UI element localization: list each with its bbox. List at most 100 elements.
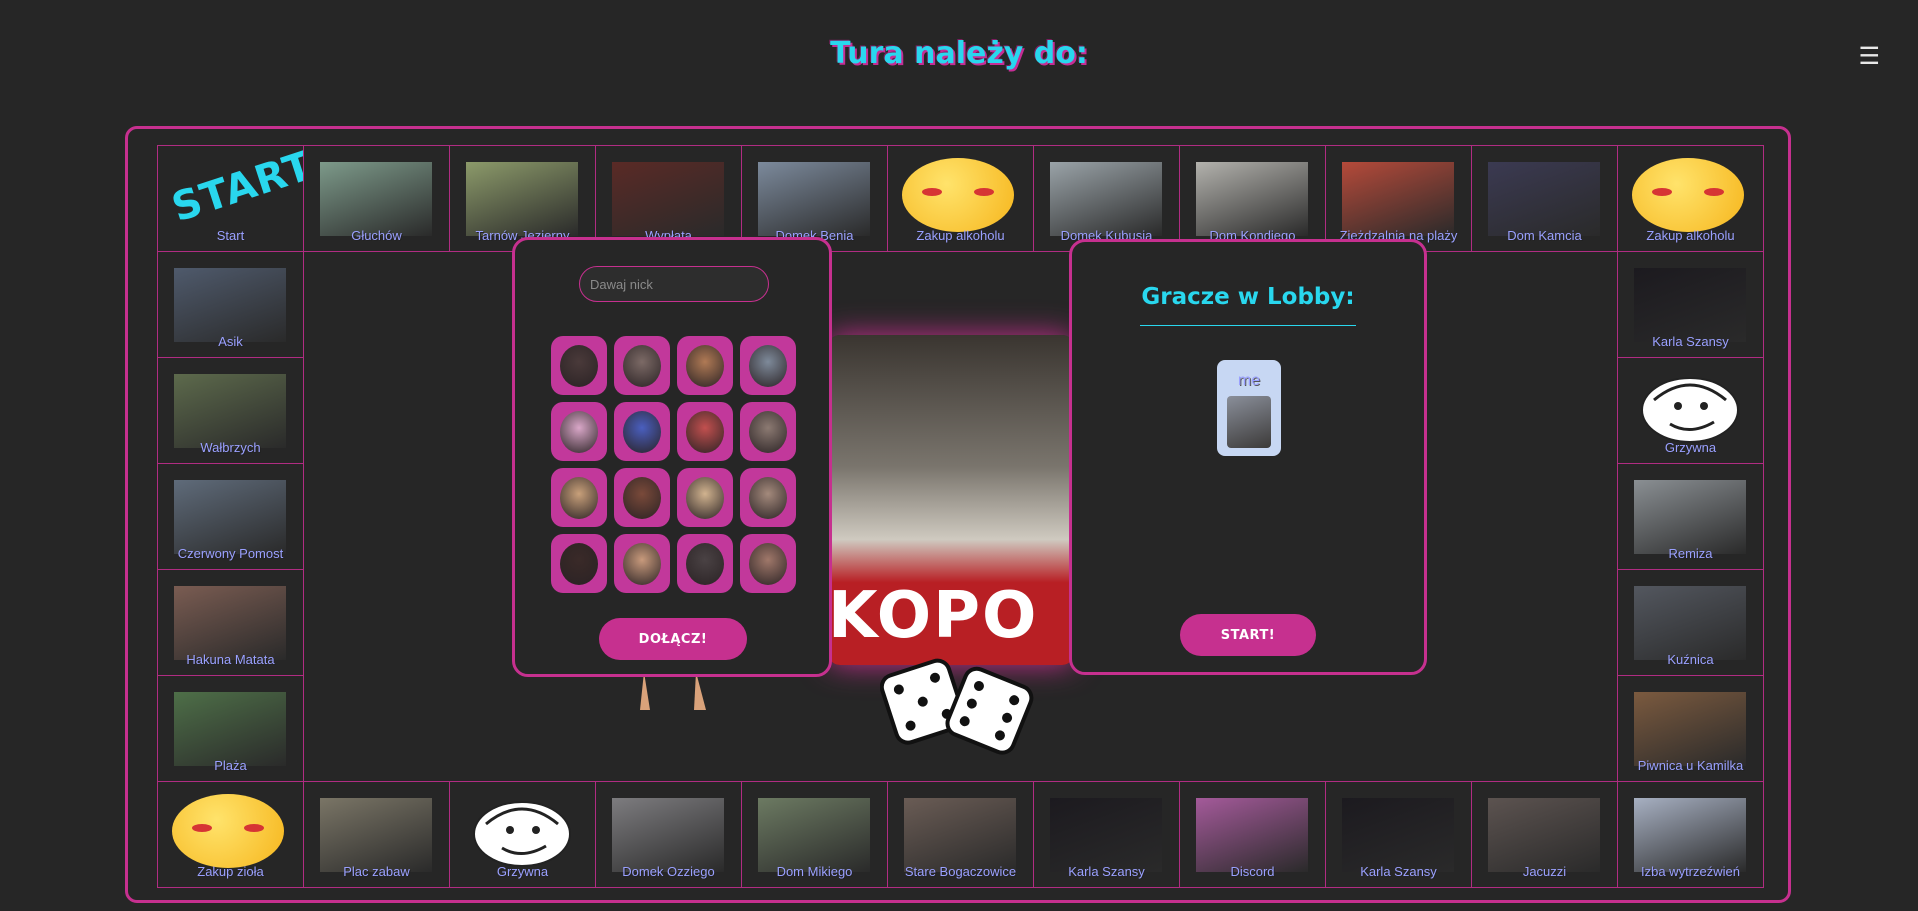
tile-photo xyxy=(320,798,432,872)
board-tile: Tarnów Jezierny xyxy=(449,145,596,252)
tile-label: Jacuzzi xyxy=(1522,864,1567,879)
avatar-face xyxy=(686,410,724,453)
avatar-option[interactable] xyxy=(740,336,796,395)
avatar-option[interactable] xyxy=(551,468,607,527)
nick-input[interactable] xyxy=(579,266,769,302)
tile-label: Karla Szansy xyxy=(1652,334,1729,349)
tile-label: Czerwony Pomost xyxy=(177,546,284,561)
board-tile: Karla Szansy xyxy=(1033,781,1180,888)
tile-photo xyxy=(1196,798,1308,872)
tile-photo xyxy=(174,692,286,766)
avatar-option[interactable] xyxy=(677,534,733,593)
tile-photo xyxy=(1634,480,1746,554)
avatar-face xyxy=(749,410,787,453)
start-game-button[interactable]: START! xyxy=(1180,614,1316,656)
board-tile: Plac zabaw xyxy=(303,781,450,888)
avatar-face xyxy=(749,476,787,519)
center-photo-sign: KOPO xyxy=(828,579,1039,653)
avatar-option[interactable] xyxy=(614,336,670,395)
tile-photo xyxy=(758,798,870,872)
tile-photo xyxy=(466,162,578,236)
menu-icon[interactable]: ☰ xyxy=(1858,42,1880,71)
avatar-option[interactable] xyxy=(740,468,796,527)
avatar-option[interactable] xyxy=(551,336,607,395)
tile-photo xyxy=(174,268,286,342)
tile-photo xyxy=(1634,692,1746,766)
board-tile: Zakup alkoholu xyxy=(887,145,1034,252)
board-tile: Izba wytrzeźwień xyxy=(1617,781,1764,888)
tile-photo xyxy=(1634,268,1746,342)
tile-photo xyxy=(1342,798,1454,872)
board-tile: Domek Benia xyxy=(741,145,888,252)
avatar-face xyxy=(560,344,598,387)
tile-label: Zakup alkoholu xyxy=(916,228,1005,243)
emoji-icon xyxy=(902,158,1014,232)
board-tile: Domek Kubusia xyxy=(1033,145,1180,252)
avatar-option[interactable] xyxy=(740,534,796,593)
avatar-option[interactable] xyxy=(614,468,670,527)
avatar-option[interactable] xyxy=(677,402,733,461)
board-tile: Dom Mikiego xyxy=(741,781,888,888)
tile-photo xyxy=(612,162,724,236)
tile-label: Hakuna Matata xyxy=(186,652,275,667)
tile-photo xyxy=(1634,798,1746,872)
avatar-option[interactable] xyxy=(740,402,796,461)
tile-photo xyxy=(1050,798,1162,872)
board-tile: Grzywna xyxy=(1617,357,1764,464)
avatar-option[interactable] xyxy=(614,534,670,593)
tile-photo xyxy=(174,374,286,448)
board-tile: Czerwony Pomost xyxy=(157,463,304,570)
tile-label: Piwnica u Kamilka xyxy=(1637,758,1744,773)
tile-label: Plac zabaw xyxy=(343,864,410,879)
avatar-face xyxy=(560,476,598,519)
board-tile: Dom Kamcia xyxy=(1471,145,1618,252)
avatar-option[interactable] xyxy=(551,402,607,461)
lobby-title: Gracze w Lobby: xyxy=(1141,284,1355,310)
avatar-option[interactable] xyxy=(551,534,607,593)
player-avatar xyxy=(1227,396,1271,448)
board-tile: Karla Szansy xyxy=(1325,781,1472,888)
join-button[interactable]: DOŁĄCZ! xyxy=(599,618,747,660)
tile-label: Wałbrzych xyxy=(200,440,261,455)
tile-photo xyxy=(904,798,1016,872)
join-panel: DOŁĄCZ! xyxy=(512,237,832,677)
tile-photo xyxy=(1050,162,1162,236)
board-tile: Discord xyxy=(1179,781,1326,888)
tile-label: Kuźnica xyxy=(1667,652,1714,667)
tile-photo xyxy=(1634,586,1746,660)
board-tile: START Start xyxy=(157,145,304,252)
board-tile: Stare Bogaczowice xyxy=(887,781,1034,888)
tile-label: Dom Mikiego xyxy=(776,864,853,879)
tile-label: Zakup alkoholu xyxy=(1646,228,1735,243)
board-tile: Piwnica u Kamilka xyxy=(1617,675,1764,782)
dice-icon[interactable] xyxy=(880,652,1040,762)
avatar-face xyxy=(560,410,598,453)
tile-label: Start xyxy=(216,228,245,243)
avatar-face xyxy=(623,476,661,519)
board-tile: Plaża xyxy=(157,675,304,782)
avatar-face xyxy=(686,344,724,387)
turn-title: Tura należy do: xyxy=(830,36,1088,71)
tile-label: Grzywna xyxy=(1664,440,1717,455)
tile-label: Dom Kamcia xyxy=(1507,228,1582,243)
avatar-option[interactable] xyxy=(614,402,670,461)
tile-label: Plaża xyxy=(214,758,247,773)
tile-label: Zakup zioła xyxy=(197,864,264,879)
avatar-face xyxy=(686,476,724,519)
tile-photo xyxy=(1488,162,1600,236)
tile-photo xyxy=(320,162,432,236)
board-tile: Remiza xyxy=(1617,463,1764,570)
center-photo: KOPO xyxy=(828,335,1074,665)
board-tile: Karla Szansy xyxy=(1617,251,1764,358)
board-tile: Wypłata xyxy=(595,145,742,252)
tile-label: Asik xyxy=(218,334,243,349)
avatar-option[interactable] xyxy=(677,468,733,527)
lobby-panel: Gracze w Lobby: me START! xyxy=(1069,239,1427,675)
board-tile: Jacuzzi xyxy=(1471,781,1618,888)
tile-photo xyxy=(1196,162,1308,236)
tile-label: Discord xyxy=(1230,864,1275,879)
avatar-face xyxy=(560,542,598,585)
avatar-option[interactable] xyxy=(677,336,733,395)
tile-label: Domek Ozziego xyxy=(622,864,715,879)
avatar-face xyxy=(749,542,787,585)
